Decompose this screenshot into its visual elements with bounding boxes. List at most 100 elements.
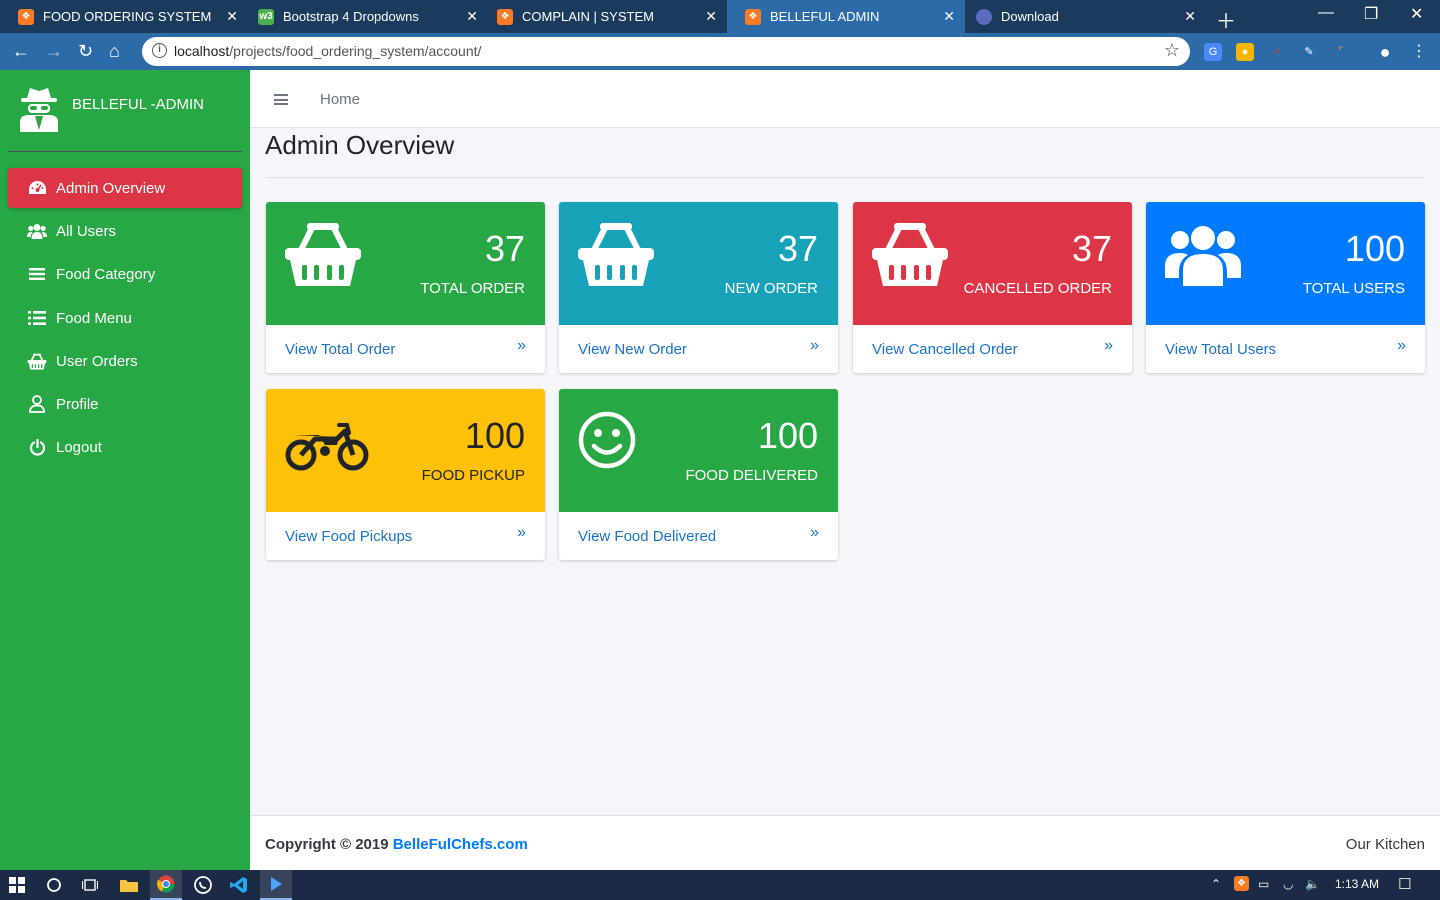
copyright-text: Copyright © 2019 BelleFulChefs.com — [265, 836, 528, 853]
extension-icon[interactable]: ✎ — [1300, 43, 1318, 61]
view-cancelled-order-link[interactable]: View Cancelled Order — [872, 341, 1018, 358]
back-icon[interactable]: ← — [12, 41, 30, 61]
menu-toggle-icon[interactable] — [274, 94, 288, 105]
sidebar-item-user-orders[interactable]: User Orders — [8, 341, 242, 381]
close-tab-icon[interactable]: ✕ — [1184, 8, 1196, 25]
card-header: 37 NEW ORDER — [559, 202, 838, 325]
sidebar-item-logout[interactable]: Logout — [8, 427, 242, 467]
translate-extension-icon[interactable]: G — [1204, 43, 1222, 61]
stat-card-food-pickup: 100 FOOD PICKUP View Food Pickups » — [266, 389, 545, 560]
sidebar-item-admin-overview[interactable]: Admin Overview — [8, 168, 242, 208]
stat-card-total-order: 37 TOTAL ORDER View Total Order » — [266, 202, 545, 373]
top-navbar: Home — [250, 70, 1440, 128]
browser-tab[interactable]: ❖ COMPLAIN | SYSTEM ✕ — [479, 0, 727, 33]
card-value: 100 — [1344, 228, 1405, 269]
close-tab-icon[interactable]: ✕ — [466, 8, 478, 25]
card-label: TOTAL USERS — [1302, 280, 1405, 297]
address-bar[interactable]: i localhost/projects/food_ordering_syste… — [142, 37, 1190, 66]
chevron-right-icon[interactable]: » — [1397, 337, 1406, 355]
windows-start-icon[interactable] — [6, 875, 28, 895]
footer-site-link[interactable]: BelleFulChefs.com — [393, 836, 528, 853]
extension-icon[interactable]: ✓ — [1268, 43, 1286, 61]
sidebar-item-all-users[interactable]: All Users — [8, 211, 242, 251]
info-icon[interactable]: i — [152, 43, 167, 58]
sidebar-item-label: Food Category — [56, 265, 156, 283]
close-tab-icon[interactable]: ✕ — [226, 8, 238, 25]
battery-icon[interactable]: ▭ — [1258, 877, 1269, 891]
wifi-icon[interactable]: ◡ — [1283, 877, 1293, 891]
stat-card-cancelled-order: 37 CANCELLED ORDER View Cancelled Order … — [853, 202, 1132, 373]
view-food-delivered-link[interactable]: View Food Delivered — [578, 528, 716, 545]
home-icon[interactable]: ⌂ — [109, 41, 120, 61]
card-header: 37 CANCELLED ORDER — [853, 202, 1132, 325]
sidebar-item-profile[interactable]: Profile — [8, 384, 242, 424]
close-tab-icon[interactable]: ✕ — [705, 8, 717, 25]
card-label: TOTAL ORDER — [420, 280, 525, 297]
media-player-icon[interactable] — [260, 870, 292, 900]
extension-icon[interactable]: ● — [1236, 43, 1254, 61]
chevron-right-icon[interactable]: » — [517, 524, 526, 542]
chevron-right-icon[interactable]: » — [810, 337, 819, 355]
restore-icon[interactable]: ❐ — [1364, 4, 1378, 24]
basket-icon — [578, 223, 654, 286]
browser-tab[interactable]: Download ✕ — [958, 0, 1206, 33]
chevron-right-icon[interactable]: » — [1104, 337, 1113, 355]
chevron-up-icon[interactable]: ⌃ — [1211, 877, 1221, 891]
task-view-icon[interactable] — [79, 875, 101, 895]
chevron-right-icon[interactable]: » — [517, 337, 526, 355]
tab-title: BELLEFUL ADMIN — [770, 9, 880, 24]
minimize-icon[interactable]: — — [1318, 4, 1334, 22]
users-icon — [1165, 226, 1241, 286]
sidebar-item-food-menu[interactable]: Food Menu — [8, 298, 242, 338]
footer: Copyright © 2019 BelleFulChefs.com Our K… — [250, 815, 1440, 870]
card-label: FOOD DELIVERED — [685, 467, 818, 484]
close-tab-icon[interactable]: ✕ — [943, 8, 955, 25]
volume-icon[interactable]: 🔈 — [1305, 877, 1320, 891]
home-link[interactable]: Home — [320, 91, 360, 108]
chevron-right-icon[interactable]: » — [810, 524, 819, 542]
sidebar-item-label: Food Menu — [56, 309, 132, 327]
stat-card-total-users: 100 TOTAL USERS View Total Users » — [1146, 202, 1425, 373]
sidebar-item-food-category[interactable]: Food Category — [8, 254, 242, 294]
url-text: localhost/projects/food_ordering_system/… — [174, 43, 482, 59]
browser-tab[interactable]: ❖ FOOD ORDERING SYSTEM ✕ — [0, 0, 248, 33]
list-icon — [27, 264, 47, 284]
view-food-pickups-link[interactable]: View Food Pickups — [285, 528, 412, 545]
search-circle-icon[interactable] — [43, 875, 65, 895]
close-window-icon[interactable]: ✕ — [1410, 4, 1423, 24]
profile-icon[interactable]: ● — [1376, 43, 1394, 61]
stat-card-new-order: 37 NEW ORDER View New Order » — [559, 202, 838, 373]
clock-time[interactable]: 1:13 AM — [1335, 877, 1379, 891]
view-total-order-link[interactable]: View Total Order — [285, 341, 395, 358]
tab-title: FOOD ORDERING SYSTEM — [43, 9, 212, 24]
sidebar-item-label: All Users — [56, 222, 117, 240]
menu-dots-icon[interactable]: ⋮ — [1410, 43, 1428, 61]
vscode-icon[interactable] — [228, 875, 250, 895]
card-header: 100 FOOD PICKUP — [266, 389, 545, 512]
tab-title: Bootstrap 4 Dropdowns — [283, 9, 419, 24]
footer-right-text: Our Kitchen — [1345, 836, 1425, 853]
brand-title: BELLEFUL -ADMIN — [72, 96, 204, 113]
whatsapp-icon[interactable] — [192, 875, 214, 895]
list-ul-icon — [27, 308, 47, 328]
view-total-users-link[interactable]: View Total Users — [1165, 341, 1276, 358]
notification-icon[interactable]: ☐ — [1398, 875, 1411, 893]
view-new-order-link[interactable]: View New Order — [578, 341, 687, 358]
sidebar-item-label: Admin Overview — [56, 179, 166, 197]
forward-icon[interactable]: → — [45, 41, 63, 61]
users-icon — [27, 221, 47, 241]
card-label: CANCELLED ORDER — [963, 280, 1112, 297]
card-value: 37 — [777, 228, 818, 269]
brand[interactable]: BELLEFUL -ADMIN — [0, 70, 250, 152]
browser-tab[interactable]: w3 Bootstrap 4 Dropdowns ✕ — [240, 0, 488, 33]
xampp-tray-icon[interactable]: ❖ — [1234, 876, 1249, 891]
sidebar-item-label: Logout — [56, 438, 102, 456]
new-tab-icon[interactable]: ＋ — [1216, 5, 1236, 34]
bookmark-star-icon[interactable]: ☆ — [1164, 40, 1180, 61]
extension-icon[interactable]: ⌜ — [1332, 43, 1350, 61]
reload-icon[interactable]: ↻ — [78, 41, 93, 61]
stat-card-food-delivered: 100 FOOD DELIVERED View Food Delivered » — [559, 389, 838, 560]
file-explorer-icon[interactable] — [118, 875, 140, 895]
browser-tab-active[interactable]: ❖ BELLEFUL ADMIN ✕ — [727, 0, 965, 33]
chrome-icon[interactable] — [150, 870, 182, 900]
